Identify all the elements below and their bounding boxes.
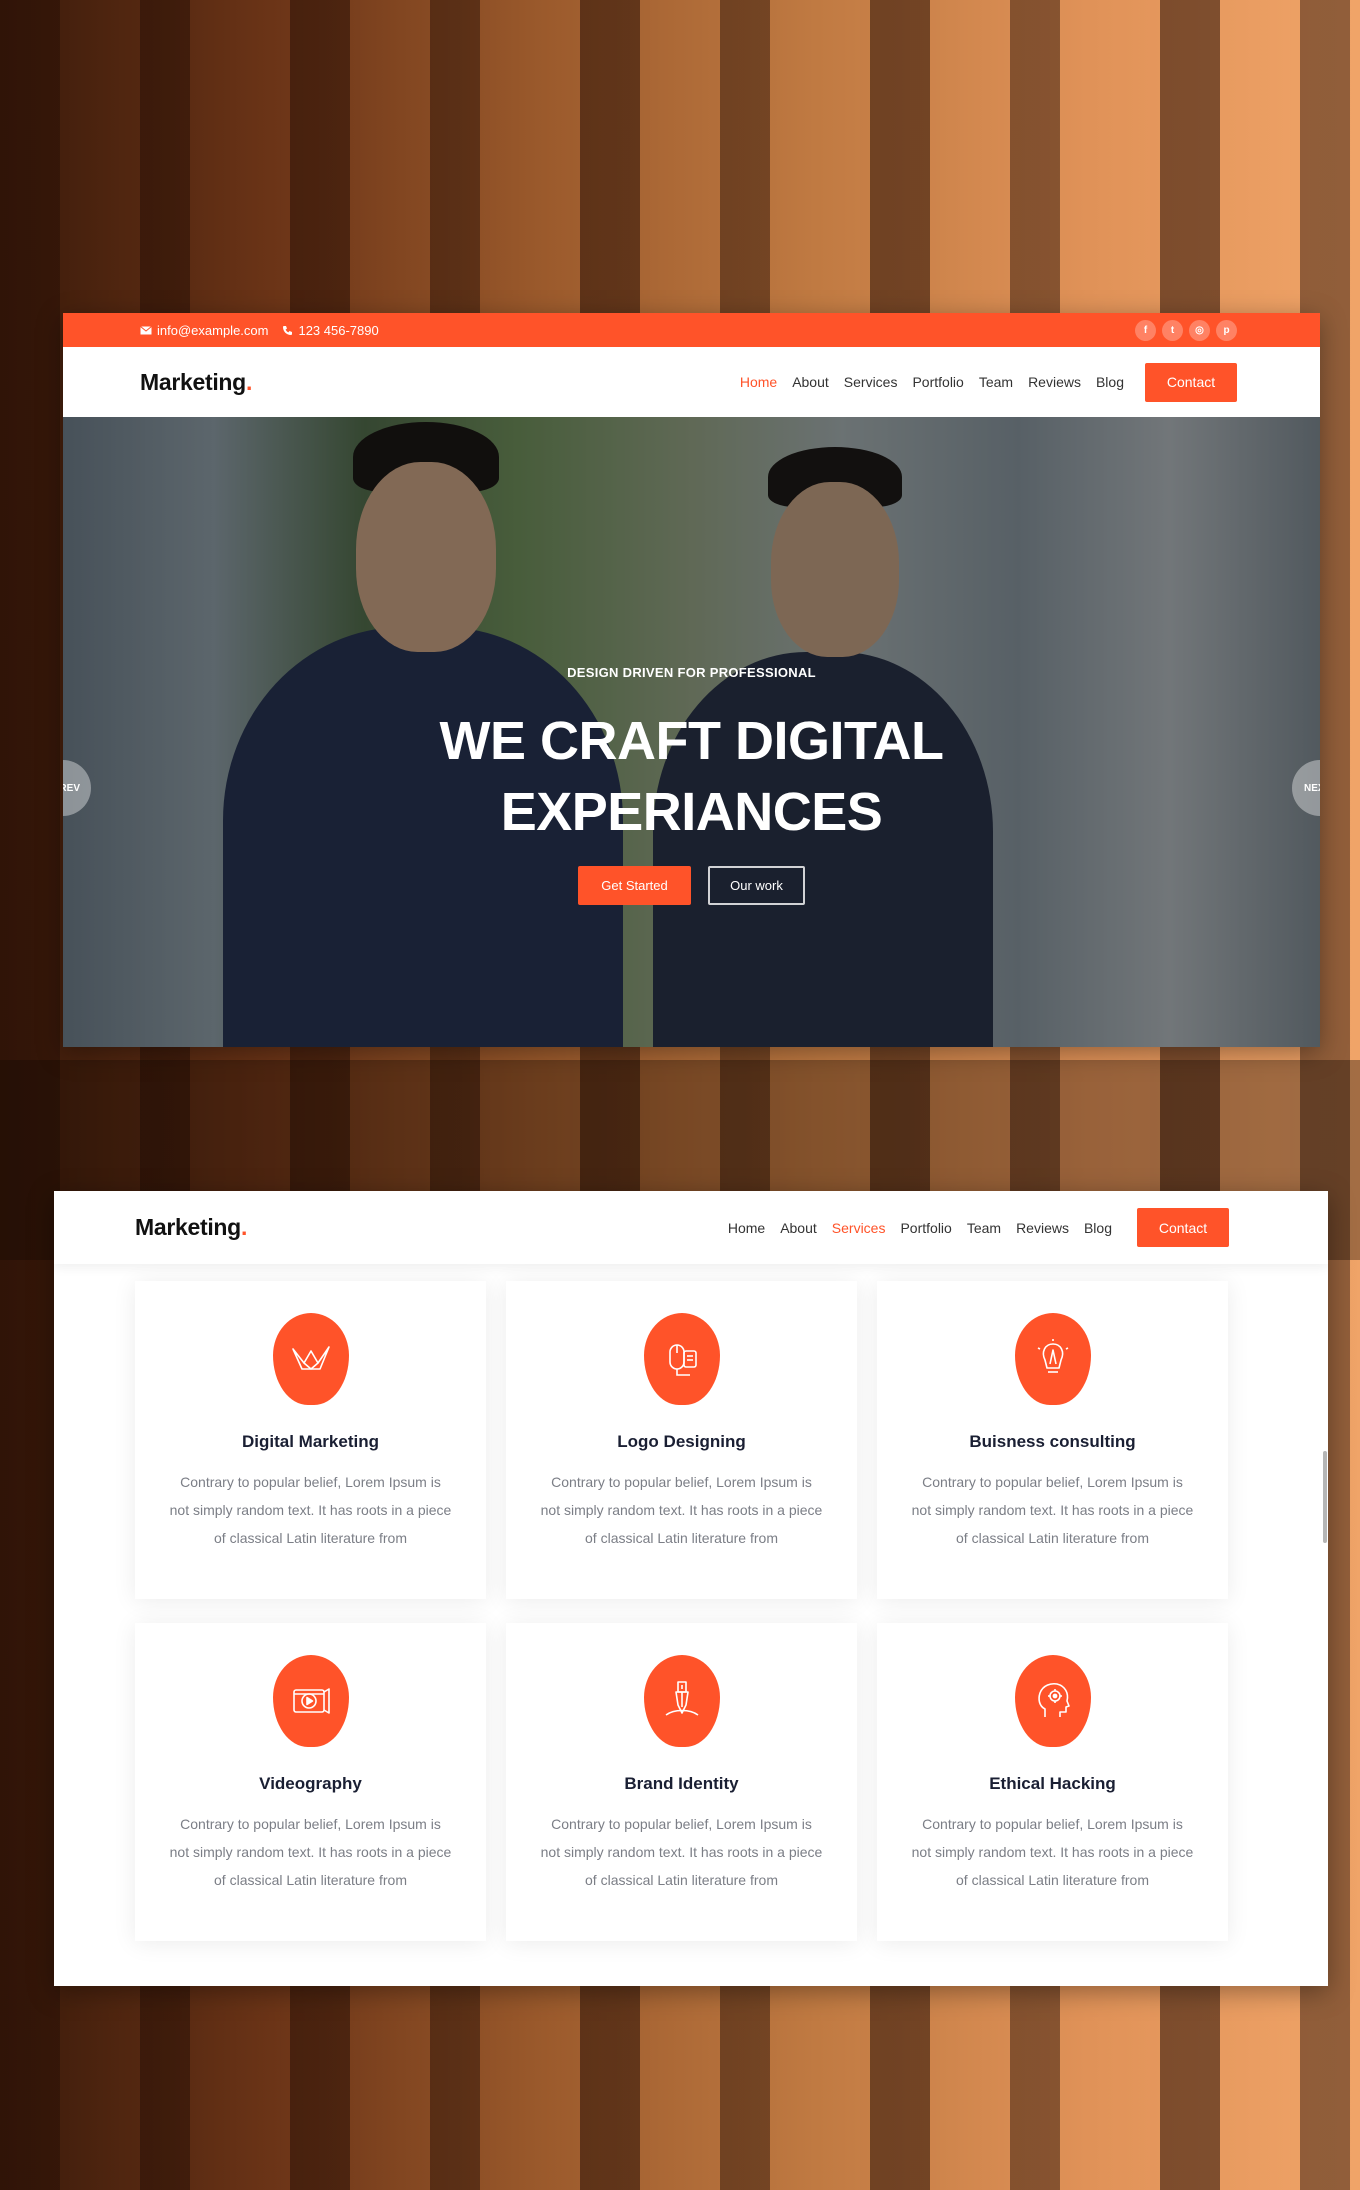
screenshot-home: info@example.com 123 456-7890 f t ◎ p Ma… — [63, 313, 1320, 1047]
nav-item-reviews[interactable]: Reviews — [1028, 374, 1081, 390]
email-text: info@example.com — [157, 322, 269, 338]
sticky-navbar: Marketing. Home About Services Portfolio… — [54, 1191, 1328, 1264]
mouse-design-icon — [668, 1344, 697, 1376]
service-title: Videography — [259, 1774, 362, 1793]
hero-title-line-1: WE CRAFT DIGITAL — [439, 711, 944, 771]
nav-item-about[interactable]: About — [780, 1220, 817, 1236]
logo-text: Marketing — [140, 368, 246, 395]
phone-info[interactable]: 123 456-7890 — [282, 322, 379, 338]
service-card-brand-identity[interactable]: Brand Identity Contrary to popular belie… — [506, 1623, 857, 1941]
contact-info: info@example.com 123 456-7890 — [140, 323, 379, 338]
services-grid: Digital Marketing Contrary to popular be… — [135, 1281, 1228, 1941]
envelope-icon — [140, 325, 152, 334]
social-links: f t ◎ p — [1135, 319, 1237, 341]
top-bar: info@example.com 123 456-7890 f t ◎ p — [63, 313, 1320, 347]
pinterest-icon[interactable]: p — [1216, 319, 1237, 341]
nav-item-team[interactable]: Team — [967, 1220, 1001, 1236]
email-info[interactable]: info@example.com — [140, 323, 268, 338]
icon-badge — [272, 1313, 349, 1405]
hero-title: WE CRAFT DIGITAL EXPERIANCES — [63, 706, 1320, 848]
nav-item-about[interactable]: About — [792, 374, 829, 390]
phone-text: 123 456-7890 — [298, 322, 379, 338]
icon-badge — [643, 1313, 720, 1405]
main-navbar: Marketing. Home About Services Portfolio… — [63, 347, 1320, 417]
service-title: Brand Identity — [624, 1774, 739, 1793]
hero-slider: DESIGN DRIVEN FOR PROFESSIONAL WE CRAFT … — [63, 417, 1320, 1047]
video-play-icon — [292, 1688, 330, 1714]
icon-badge — [1014, 1655, 1091, 1747]
hero-content: DESIGN DRIVEN FOR PROFESSIONAL WE CRAFT … — [63, 665, 1320, 905]
nav-item-portfolio[interactable]: Portfolio — [912, 374, 963, 390]
service-title: Buisness consulting — [969, 1432, 1136, 1451]
logo-dot: . — [245, 368, 253, 395]
nav-menu: Home About Services Portfolio Team Revie… — [728, 1208, 1229, 1247]
nav-item-blog[interactable]: Blog — [1084, 1220, 1112, 1236]
nav-item-portfolio[interactable]: Portfolio — [900, 1220, 951, 1236]
hero-buttons: Get Started Our work — [63, 866, 1320, 905]
logo[interactable]: Marketing. — [135, 1214, 247, 1241]
get-started-button[interactable]: Get Started — [578, 866, 691, 905]
facebook-icon[interactable]: f — [1135, 319, 1156, 341]
phone-icon — [283, 325, 293, 335]
our-work-button[interactable]: Our work — [708, 866, 805, 905]
service-title: Ethical Hacking — [989, 1774, 1116, 1793]
logo-text: Marketing — [135, 1214, 241, 1240]
nav-menu: Home About Services Portfolio Team Revie… — [740, 362, 1237, 402]
slider-next-label: NEXT — [1304, 782, 1320, 794]
logo[interactable]: Marketing. — [140, 369, 252, 396]
service-description: Contrary to popular belief, Lorem Ipsum … — [169, 1474, 452, 1546]
icon-badge — [1014, 1313, 1091, 1405]
service-card-ethical-hacking[interactable]: Ethical Hacking Contrary to popular beli… — [877, 1623, 1228, 1941]
icon-badge — [643, 1655, 720, 1747]
service-description: Contrary to popular belief, Lorem Ipsum … — [911, 1474, 1194, 1546]
service-card-videography[interactable]: Videography Contrary to popular belief, … — [135, 1623, 486, 1941]
service-description: Contrary to popular belief, Lorem Ipsum … — [911, 1816, 1194, 1888]
nav-item-reviews[interactable]: Reviews — [1016, 1220, 1069, 1236]
screenshot-services: Marketing. Home About Services Portfolio… — [54, 1191, 1328, 1986]
page-scrollbar[interactable] — [1323, 1451, 1327, 1543]
instagram-icon[interactable]: ◎ — [1189, 319, 1210, 341]
service-description: Contrary to popular belief, Lorem Ipsum … — [540, 1474, 823, 1546]
icon-badge — [272, 1655, 349, 1747]
idea-pen-icon — [1037, 1339, 1068, 1373]
logo-dot: . — [240, 1214, 248, 1240]
nav-item-blog[interactable]: Blog — [1096, 374, 1124, 390]
service-card-logo-designing[interactable]: Logo Designing Contrary to popular belie… — [506, 1281, 857, 1599]
service-card-digital-marketing[interactable]: Digital Marketing Contrary to popular be… — [135, 1281, 486, 1599]
contact-button[interactable]: Contact — [1145, 362, 1237, 402]
nav-item-services[interactable]: Services — [844, 374, 898, 390]
service-title: Digital Marketing — [242, 1432, 379, 1451]
slider-prev-label: PREV — [63, 782, 80, 794]
nav-item-team[interactable]: Team — [979, 374, 1013, 390]
service-description: Contrary to popular belief, Lorem Ipsum … — [540, 1816, 823, 1888]
origami-crane-icon — [291, 1346, 330, 1370]
nav-item-home[interactable]: Home — [728, 1220, 765, 1236]
hero-subtitle: DESIGN DRIVEN FOR PROFESSIONAL — [567, 665, 816, 680]
twitter-icon[interactable]: t — [1162, 319, 1183, 341]
pen-tool-icon — [665, 1681, 698, 1716]
contact-button[interactable]: Contact — [1137, 1208, 1229, 1247]
hero-title-line-2: EXPERIANCES — [500, 782, 883, 842]
service-card-buisness-consulting[interactable]: Buisness consulting Contrary to popular … — [877, 1281, 1228, 1599]
service-title: Logo Designing — [617, 1432, 746, 1451]
nav-item-home[interactable]: Home — [740, 374, 777, 390]
service-description: Contrary to popular belief, Lorem Ipsum … — [169, 1816, 452, 1888]
head-gear-icon — [1037, 1682, 1070, 1717]
nav-item-services[interactable]: Services — [832, 1220, 886, 1236]
